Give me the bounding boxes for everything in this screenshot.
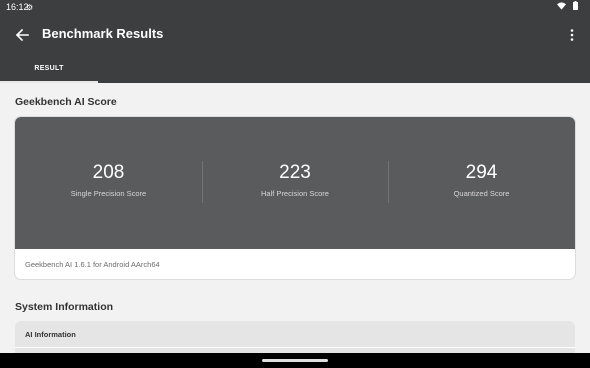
single-precision-score: 208 Single Precision Score	[15, 117, 202, 249]
ai-information-header: AI Information	[25, 330, 76, 339]
arrow-left-icon	[15, 28, 29, 42]
score-value: 223	[279, 162, 311, 183]
battery-icon	[573, 1, 578, 12]
app-bar: Benchmark Results RESULT	[0, 15, 590, 83]
tab-indicator	[0, 81, 98, 83]
home-gesture-handle[interactable]	[262, 359, 328, 362]
navigation-bar	[0, 353, 590, 368]
page-title: Benchmark Results	[42, 26, 164, 41]
divider	[15, 347, 575, 348]
system-info-heading: System Information	[15, 301, 114, 313]
tab-result[interactable]: RESULT	[0, 53, 98, 83]
ai-score-heading: Geekbench AI Score	[15, 96, 117, 108]
wifi-icon	[557, 1, 566, 12]
quantized-score: 294 Quantized Score	[388, 117, 575, 249]
score-label: Half Precision Score	[261, 189, 329, 198]
settings-gear-icon: ⚙	[26, 3, 34, 12]
score-value: 294	[465, 162, 498, 183]
score-value: 208	[92, 162, 125, 183]
more-options-button[interactable]	[566, 23, 578, 47]
status-icons	[557, 1, 578, 12]
score-panel: 208 Single Precision Score 223 Half Prec…	[15, 117, 575, 249]
status-bar: 16:12 ⚙	[0, 0, 590, 15]
score-label: Quantized Score	[453, 189, 510, 198]
version-footer: Geekbench AI 1.6.1 for Android AArch64	[25, 260, 160, 269]
tab-result-label: RESULT	[34, 65, 64, 72]
back-button[interactable]	[10, 23, 34, 47]
score-label: Single Precision Score	[70, 189, 147, 198]
more-vert-icon	[570, 29, 574, 41]
half-precision-score: 223 Half Precision Score	[202, 117, 388, 249]
score-card: 208 Single Precision Score 223 Half Prec…	[15, 117, 575, 279]
